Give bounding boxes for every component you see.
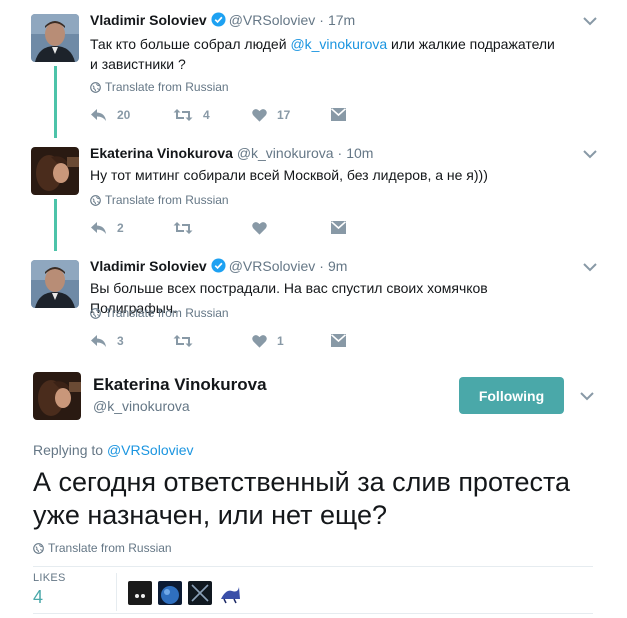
direct-message-icon [331, 108, 346, 121]
globe-icon [90, 307, 101, 319]
author-handle[interactable]: @VRSoloviev [229, 258, 316, 274]
author-handle[interactable]: @VRSoloviev [229, 12, 316, 28]
liker-avatar[interactable] [218, 581, 242, 605]
direct-message-icon [331, 334, 346, 347]
thread-connector [54, 199, 57, 251]
direct-message-button[interactable] [331, 108, 346, 121]
globe-icon [90, 81, 101, 93]
tweet-actions: 2 [90, 221, 370, 239]
liker-avatar[interactable] [158, 581, 182, 605]
translate-link[interactable]: Translate from Russian [90, 80, 229, 94]
divider [116, 573, 117, 611]
retweet-icon [173, 222, 193, 234]
author-handle[interactable]: @k_vinokurova [93, 398, 190, 414]
avatar[interactable] [33, 372, 81, 420]
reply-icon [91, 222, 106, 234]
tweet-timestamp[interactable]: 10m [346, 145, 373, 161]
thread-tweet: Ekaterina Vinokurova @k_vinokurova · 10m Н… [0, 145, 627, 245]
author-name[interactable]: Ekaterina Vinokurova [90, 145, 233, 161]
tweet-actions: 20 4 17 [90, 108, 370, 126]
liker-avatar[interactable] [188, 581, 212, 605]
retweet-count: 4 [203, 108, 210, 122]
tweet-timestamp[interactable]: 17m [328, 12, 355, 28]
direct-message-icon [331, 221, 346, 234]
thread-connector [54, 66, 57, 138]
retweet-icon [173, 335, 193, 347]
verified-badge-icon [211, 258, 226, 276]
reply-button[interactable]: 3 [90, 334, 124, 348]
heart-icon [252, 109, 267, 122]
avatar[interactable] [31, 147, 79, 195]
retweet-button[interactable] [173, 334, 193, 348]
mention-link[interactable]: @k_vinokurova [290, 36, 387, 52]
direct-message-button[interactable] [331, 334, 346, 347]
chevron-down-icon[interactable] [580, 391, 594, 401]
tweet-header: Vladimir Soloviev @VRSoloviev · 9m [90, 258, 348, 276]
divider [33, 566, 593, 567]
tweet-timestamp[interactable]: 9m [328, 258, 347, 274]
thread-tweet: Vladimir Soloviev @VRSoloviev · 9m Вы больш… [0, 258, 627, 358]
like-button[interactable]: 17 [252, 108, 290, 122]
translate-link[interactable]: Translate from Russian [33, 541, 172, 555]
avatar[interactable] [31, 260, 79, 308]
heart-icon [252, 335, 267, 348]
following-button[interactable]: Following [459, 377, 564, 414]
like-count: 1 [277, 334, 284, 348]
likers-list [128, 581, 248, 605]
author-name[interactable]: Vladimir Soloviev [90, 258, 207, 274]
avatar[interactable] [31, 14, 79, 62]
direct-message-button[interactable] [331, 221, 346, 234]
reply-count: 2 [117, 221, 124, 235]
translate-link[interactable]: Translate from Russian [90, 306, 229, 320]
heart-icon [252, 222, 267, 235]
reply-button[interactable]: 2 [90, 221, 124, 235]
like-count: 17 [277, 108, 291, 122]
likes-label: LIKES [33, 572, 66, 584]
author-handle[interactable]: @k_vinokurova [237, 145, 334, 161]
author-name[interactable]: Ekaterina Vinokurova [93, 375, 267, 395]
chevron-down-icon[interactable] [583, 149, 597, 159]
chevron-down-icon[interactable] [583, 16, 597, 26]
globe-icon [33, 542, 44, 554]
retweet-button[interactable] [173, 221, 193, 235]
divider [33, 613, 593, 614]
retweet-button[interactable]: 4 [173, 108, 210, 122]
likes-count[interactable]: 4 [33, 587, 43, 608]
reply-button[interactable]: 20 [90, 108, 130, 122]
tweet-text: Ну тот митинг собирали всей Москвой, без… [90, 167, 488, 183]
tweet-header: Ekaterina Vinokurova @k_vinokurova · 10m [90, 145, 374, 161]
tweet-text: А сегодня ответственный за слив протеста… [33, 467, 571, 530]
thread-tweet: Vladimir Soloviev @VRSoloviev · 17m Так кто… [0, 12, 627, 132]
reply-icon [91, 335, 106, 347]
translate-link[interactable]: Translate from Russian [90, 193, 229, 207]
chevron-down-icon[interactable] [583, 262, 597, 272]
verified-badge-icon [211, 12, 226, 30]
author-name[interactable]: Vladimir Soloviev [90, 12, 207, 28]
replying-to: Replying to @VRSoloviev [33, 442, 194, 458]
reply-icon [91, 109, 106, 121]
like-button[interactable] [252, 221, 267, 235]
tweet-actions: 3 1 [90, 334, 370, 352]
tweet-text: Так кто больше собрал людей @k_vinokurov… [90, 36, 555, 72]
replying-to-link[interactable]: @VRSoloviev [107, 442, 194, 458]
globe-icon [90, 194, 101, 206]
reply-count: 20 [117, 108, 131, 122]
liker-avatar[interactable] [128, 581, 152, 605]
like-button[interactable]: 1 [252, 334, 284, 348]
tweet-header: Vladimir Soloviev @VRSoloviev · 17m [90, 12, 356, 30]
retweet-icon [173, 109, 193, 121]
reply-count: 3 [117, 334, 124, 348]
